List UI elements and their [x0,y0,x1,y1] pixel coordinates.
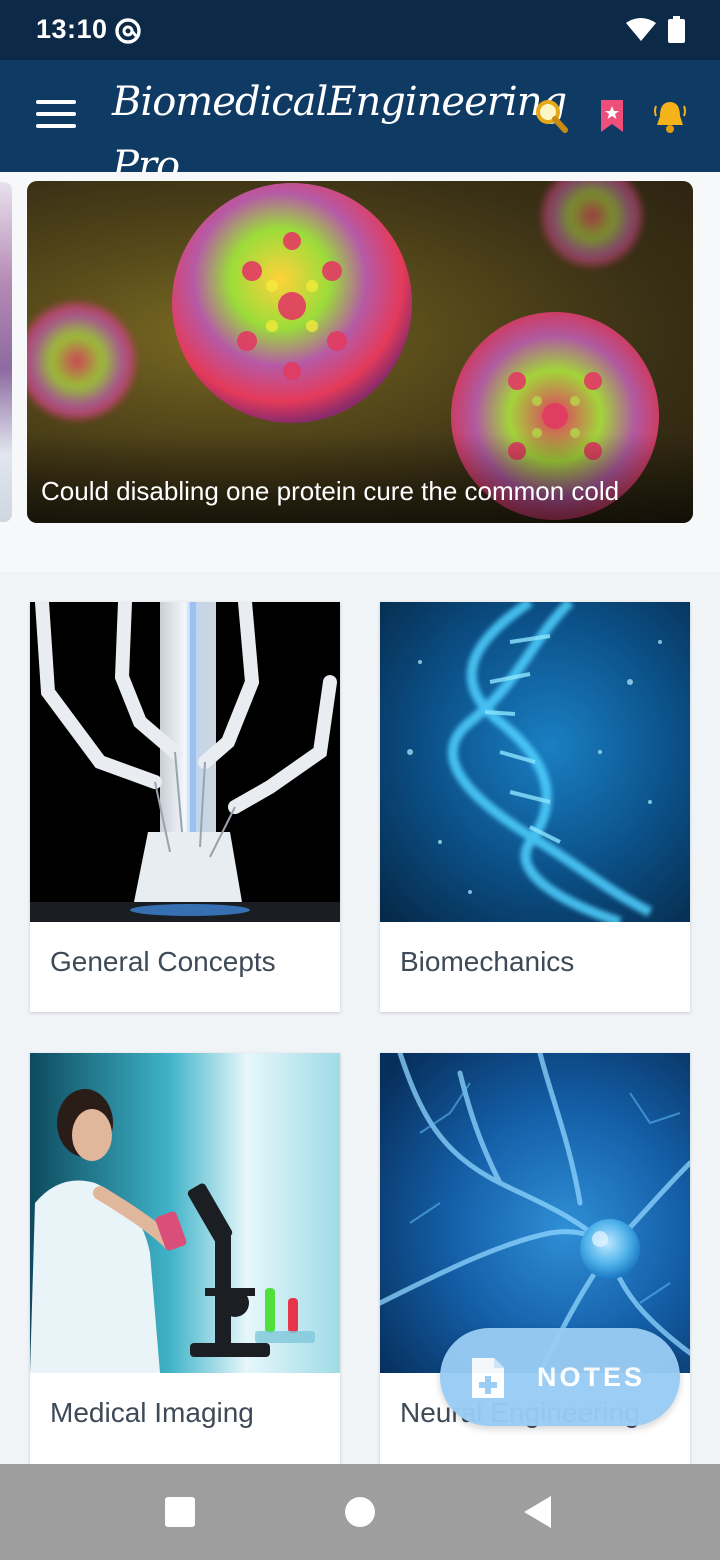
category-card-biomechanics[interactable]: Biomechanics [380,602,690,1012]
category-label: Medical Imaging [50,1397,254,1428]
notes-fab[interactable]: NOTES [440,1328,680,1426]
surgical-robot-image [30,602,340,922]
recents-button[interactable] [162,1494,198,1530]
category-label: General Concepts [50,946,276,977]
scientist-microscope-image [30,1053,340,1373]
status-time: 13:10 [36,14,108,44]
category-card-general-concepts[interactable]: General Concepts [30,602,340,1012]
menu-icon[interactable] [36,100,76,130]
bookmark-icon[interactable] [594,96,630,136]
home-button[interactable] [342,1494,378,1530]
wifi-icon [626,18,656,41]
category-label: Biomechanics [400,946,575,977]
status-bar: 13:10 [0,0,720,60]
notes-fab-label: NOTES [537,1362,646,1392]
system-nav-bar [0,1464,720,1560]
news-carousel[interactable]: Could disabling one protein cure the com… [0,172,720,572]
dna-helix-image [380,602,690,922]
app-title: BiomedicalEngineering Pro [112,79,567,172]
previous-slide-peek[interactable] [0,182,12,522]
category-card-medical-imaging[interactable]: Medical Imaging [30,1053,340,1464]
app-bar: BiomedicalEngineering Pro [0,60,720,172]
sync-icon [115,18,141,44]
add-note-icon [472,1358,504,1398]
battery-icon [668,16,685,43]
search-icon[interactable] [534,96,570,136]
neurons-image [380,1053,690,1373]
back-button[interactable] [520,1494,556,1530]
notification-bell-icon[interactable] [652,96,688,136]
slide-caption: Could disabling one protein cure the com… [41,476,620,506]
carousel-slide[interactable]: Could disabling one protein cure the com… [27,181,693,523]
